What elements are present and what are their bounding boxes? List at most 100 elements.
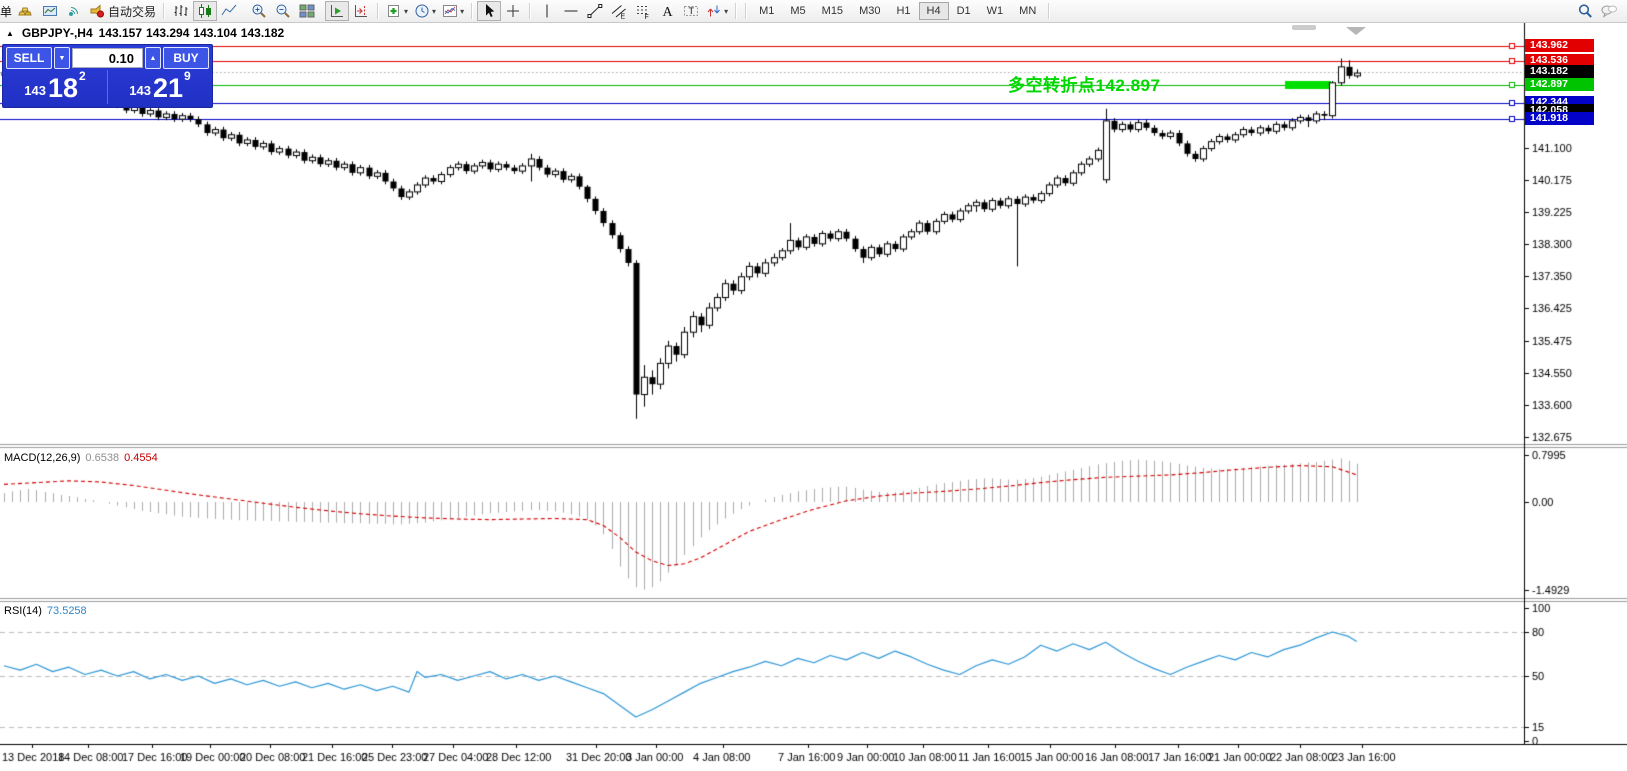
- chat-icon: [1601, 3, 1617, 19]
- volume-up-button[interactable]: ▲: [145, 47, 161, 69]
- horizontal-scrollbar-thumb[interactable]: [1292, 25, 1316, 30]
- chart-window-button[interactable]: [38, 1, 62, 21]
- toolbar-group: [169, 0, 241, 22]
- svg-text:T: T: [689, 6, 695, 16]
- text-label-icon: T: [683, 3, 699, 19]
- timeframe-m15-button[interactable]: M15: [814, 2, 851, 20]
- line-chart-button[interactable]: [217, 1, 241, 21]
- timeframe-m30-button[interactable]: M30: [851, 2, 888, 20]
- volume-down-button[interactable]: ▼: [54, 47, 70, 69]
- one-click-trade-panel: SELL ▼ 0.10 ▲ BUY 143 18 2 143 21 9: [2, 44, 213, 108]
- terminal-window: 单 自动交易 ▾ ▾ ▾ EFA T ▾ M1M5M15M30H1H4D1W1MN ▲ GBPJ…: [0, 0, 1627, 771]
- macd-header: MACD(12,26,9) 0.6538 0.4554: [4, 452, 158, 464]
- chart-canvas[interactable]: [0, 0, 1627, 771]
- timeframe-mn-button[interactable]: MN: [1011, 2, 1044, 20]
- bar-chart-icon: [173, 3, 189, 19]
- templates-button[interactable]: ▾: [439, 1, 467, 21]
- sell-button[interactable]: SELL: [6, 47, 52, 69]
- vertical-line-button[interactable]: [535, 1, 559, 21]
- auto-scroll-button[interactable]: [325, 1, 349, 21]
- periods-button[interactable]: ▾: [411, 1, 439, 21]
- toolbar-group: [247, 0, 319, 22]
- chevron-down-icon[interactable]: ▾: [404, 7, 408, 16]
- zoom-out-icon: [275, 3, 291, 19]
- bid-main: 18: [48, 75, 78, 101]
- volume-input[interactable]: 0.10: [72, 48, 143, 68]
- cursor-button[interactable]: [477, 1, 501, 21]
- timeframe-d1-button[interactable]: D1: [949, 2, 979, 20]
- cursor-icon: [481, 3, 497, 19]
- macd-main-value: 0.6538: [85, 452, 119, 464]
- ask-price[interactable]: 143 21 9: [108, 70, 212, 104]
- ohlc-close: 143.182: [241, 26, 284, 40]
- chart-shift-icon: [353, 3, 369, 19]
- timeframe-m1-button[interactable]: M1: [751, 2, 782, 20]
- toolbar-group: [325, 0, 373, 22]
- svg-text:A: A: [663, 5, 674, 19]
- tile-windows-button[interactable]: [295, 1, 319, 21]
- toolbar-separator: [1048, 3, 1050, 19]
- new-chart-icon: [386, 3, 402, 19]
- signal-icon: [66, 3, 82, 19]
- toolbar-separator: [471, 3, 473, 19]
- equidistant-channel-icon: E: [611, 3, 627, 19]
- equidistant-channel-button[interactable]: E: [607, 1, 631, 21]
- horizontal-line-button[interactable]: [559, 1, 583, 21]
- chevron-down-icon[interactable]: ▾: [432, 7, 436, 16]
- chart-window-icon: [42, 3, 58, 19]
- macd-signal-value: 0.4554: [124, 452, 158, 464]
- timeframe-m5-button[interactable]: M5: [782, 2, 813, 20]
- toolbar-separator: [529, 3, 531, 19]
- crosshair-button[interactable]: [501, 1, 525, 21]
- auto-trading-label: 自动交易: [108, 3, 156, 20]
- text-label-button[interactable]: T: [679, 1, 703, 21]
- macd-title: MACD(12,26,9): [4, 452, 80, 464]
- gold-bars-button[interactable]: [14, 1, 38, 21]
- chevron-down-icon[interactable]: ▾: [460, 7, 464, 16]
- auto-trading-button[interactable]: 自动交易: [86, 1, 159, 21]
- chevron-down-icon[interactable]: ▾: [724, 7, 728, 16]
- clipped-toolbar-label: 单: [0, 3, 12, 20]
- price-level-chip: 142.897: [1525, 78, 1594, 91]
- vertical-line-icon: [539, 3, 555, 19]
- bar-chart-button[interactable]: [169, 1, 193, 21]
- auto-scroll-icon: [329, 3, 345, 19]
- ohlc-open: 143.157: [99, 26, 142, 40]
- price-level-chip: 143.962: [1525, 39, 1594, 52]
- chart-shift-marker-icon[interactable]: [1346, 27, 1366, 35]
- chart-shift-button[interactable]: [349, 1, 373, 21]
- fibonacci-button[interactable]: F: [631, 1, 655, 21]
- arrows-icon: [706, 3, 722, 19]
- templates-icon: [442, 3, 458, 19]
- timeframe-h4-button[interactable]: H4: [919, 2, 949, 20]
- candles-icon: [197, 3, 213, 19]
- timeframe-w1-button[interactable]: W1: [979, 2, 1012, 20]
- search-icon: [1577, 3, 1593, 19]
- periods-icon: [414, 3, 430, 19]
- bid-price[interactable]: 143 18 2: [3, 70, 108, 104]
- zoom-out-button[interactable]: [271, 1, 295, 21]
- search-button[interactable]: [1573, 1, 1597, 21]
- chat-button[interactable]: [1597, 1, 1621, 21]
- trend-line-button[interactable]: [583, 1, 607, 21]
- zoom-in-button[interactable]: [247, 1, 271, 21]
- toolbar-group: 自动交易: [14, 0, 159, 22]
- candles-button[interactable]: [193, 1, 217, 21]
- chart-header: ▲ GBPJPY-,H4 143.157 143.294 143.104 143…: [6, 26, 284, 40]
- new-chart-button[interactable]: ▾: [383, 1, 411, 21]
- buy-button[interactable]: BUY: [163, 47, 209, 69]
- toolbar-separator: [745, 3, 747, 19]
- signal-button[interactable]: [62, 1, 86, 21]
- panel-collapse-icon[interactable]: ▲: [6, 29, 14, 38]
- crosshair-icon: [505, 3, 521, 19]
- turning-point-annotation[interactable]: 多空转折点142.897: [1008, 71, 1160, 96]
- auto-trading-icon: [89, 3, 105, 19]
- rsi-header: RSI(14)73.5258: [4, 605, 87, 617]
- price-level-chip: 143.182: [1525, 65, 1594, 78]
- arrows-button[interactable]: ▾: [703, 1, 731, 21]
- text-button[interactable]: A: [655, 1, 679, 21]
- toolbar-right-icons: [1573, 0, 1621, 22]
- timeframe-h1-button[interactable]: H1: [888, 2, 918, 20]
- svg-text:E: E: [621, 14, 626, 20]
- toolbar-separator: [163, 3, 165, 19]
